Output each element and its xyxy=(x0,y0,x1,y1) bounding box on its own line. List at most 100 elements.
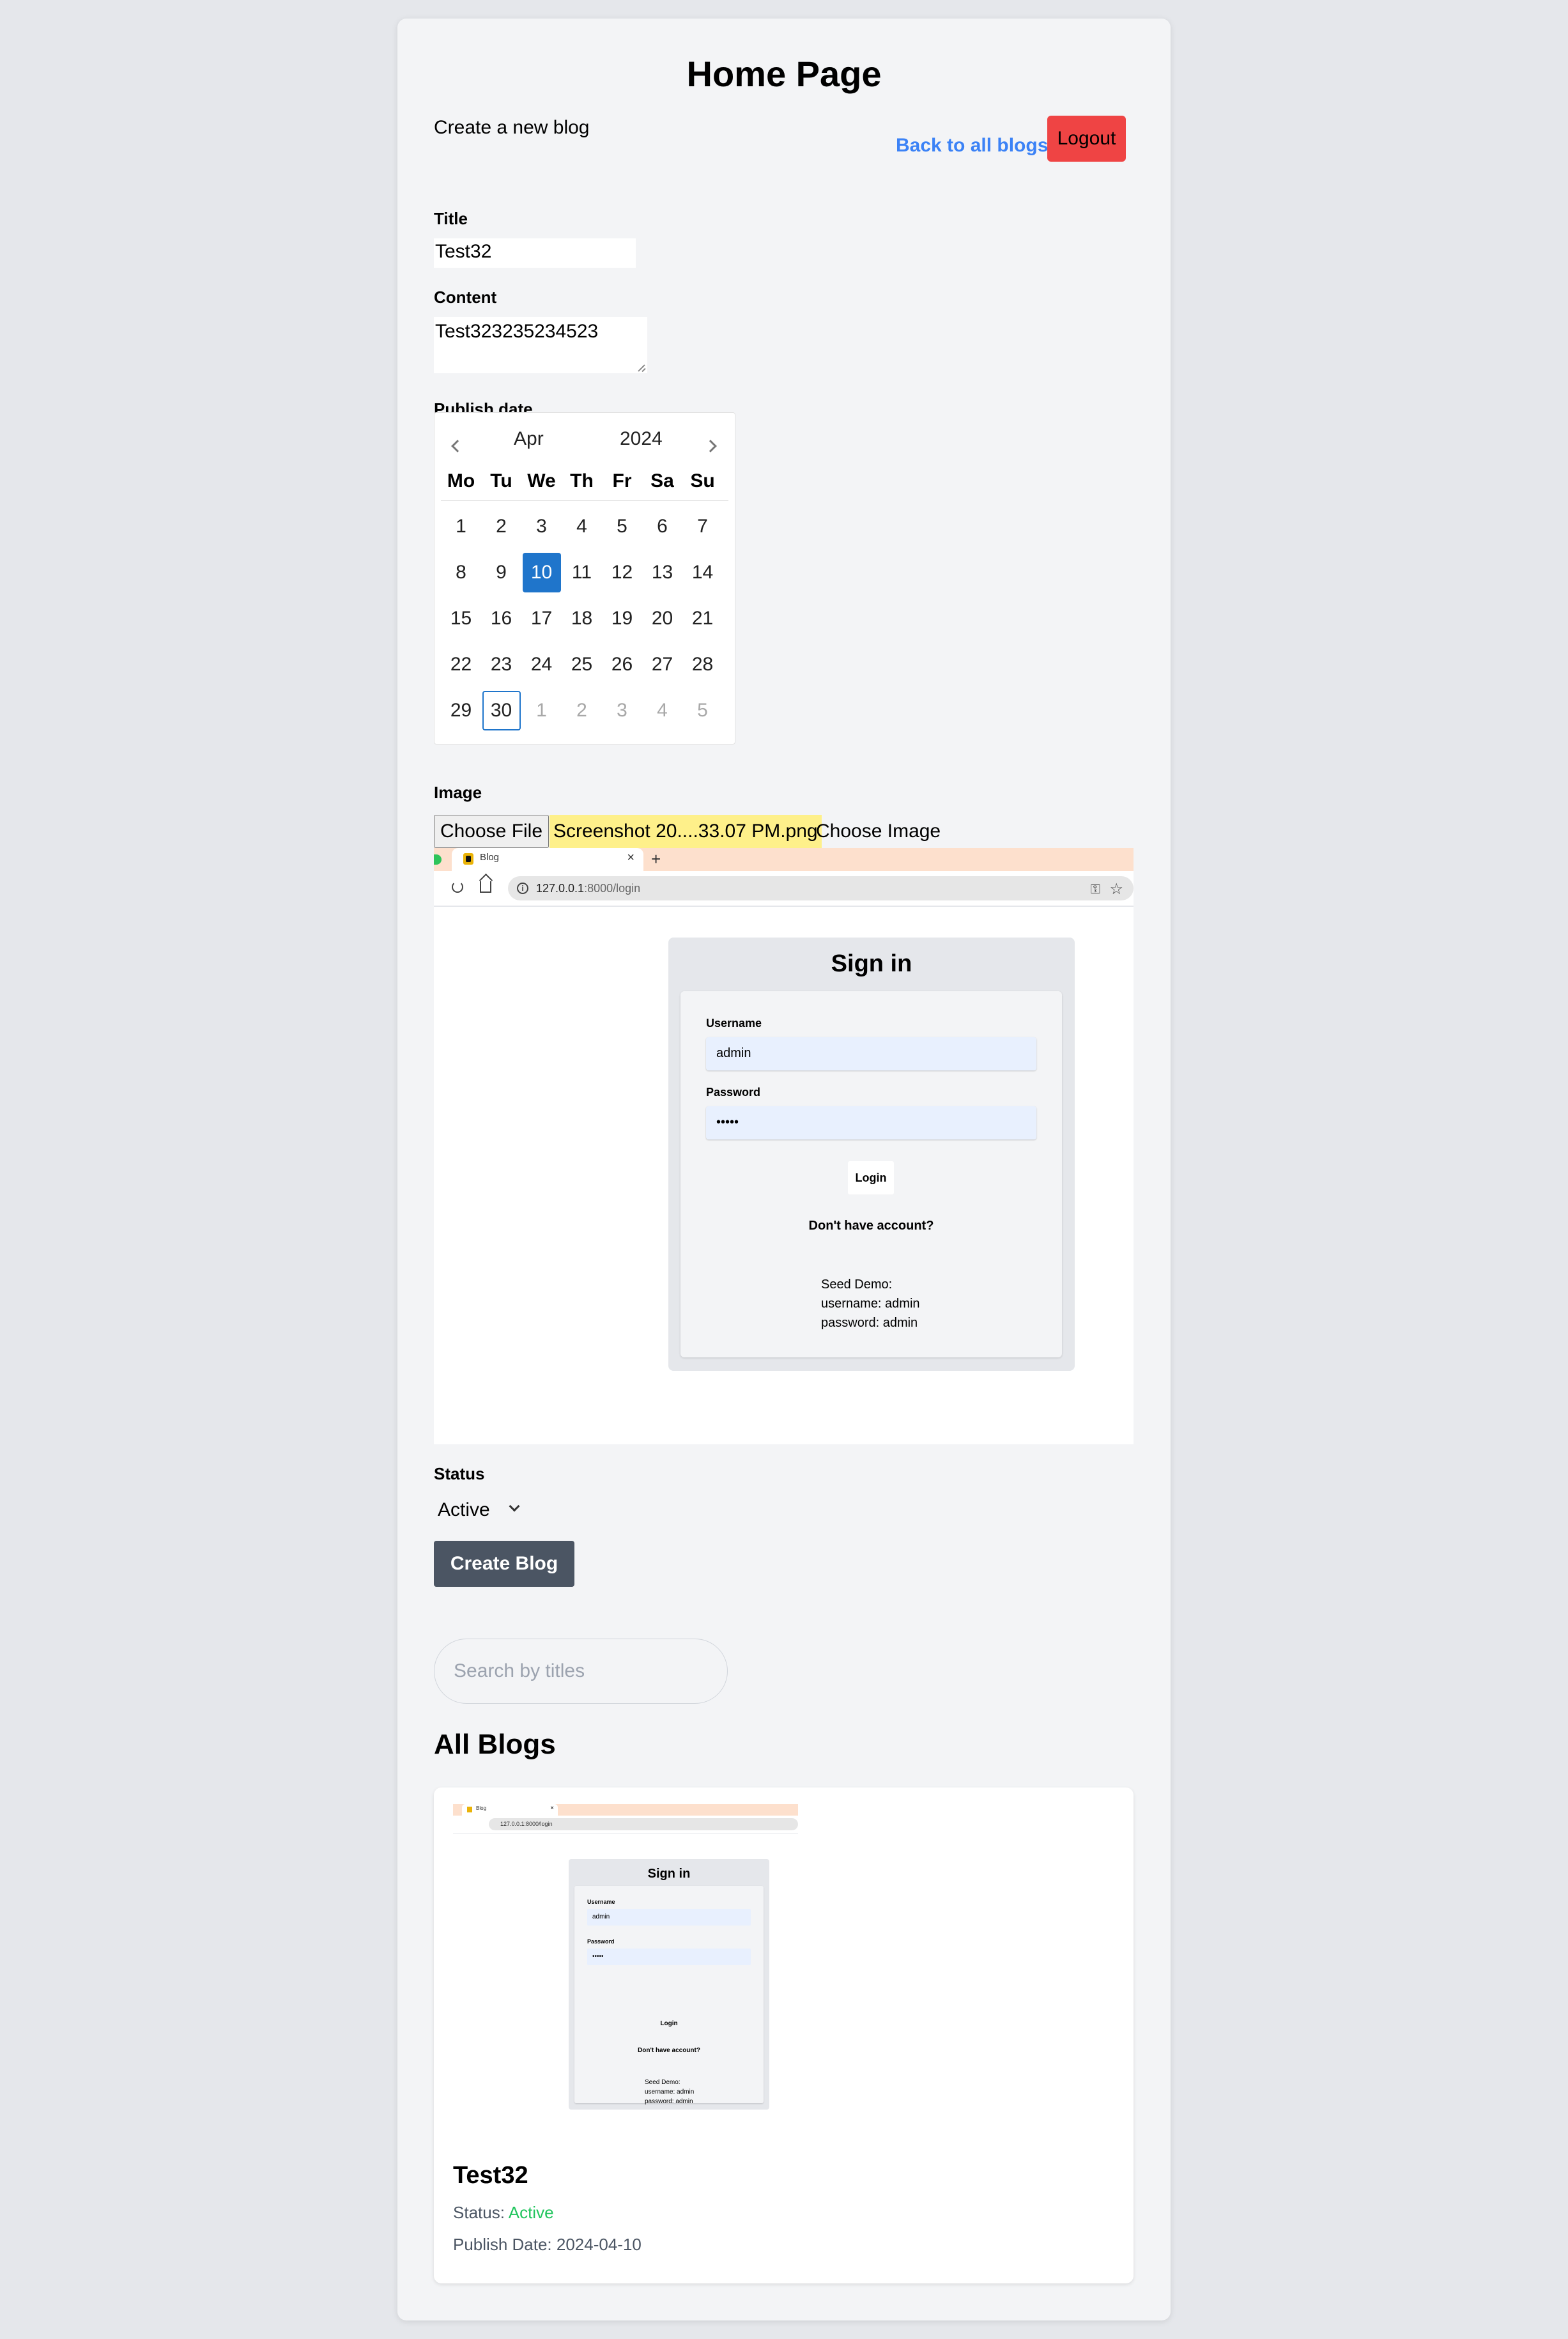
prev-month-button[interactable] xyxy=(445,433,470,459)
calendar-year[interactable]: 2024 xyxy=(620,428,663,450)
calendar-day-number: 19 xyxy=(611,608,633,629)
plus-icon: + xyxy=(651,849,661,868)
next-month-button[interactable] xyxy=(698,433,723,459)
calendar-day[interactable]: 14 xyxy=(682,550,723,596)
reload-icon xyxy=(452,881,463,893)
calendar-day[interactable]: 26 xyxy=(602,642,642,688)
calendar-day[interactable]: 23 xyxy=(481,642,521,688)
calendar-day[interactable]: 16 xyxy=(481,596,521,642)
calendar-day[interactable]: 1 xyxy=(521,688,562,734)
calendar-day[interactable]: 8 xyxy=(441,550,481,596)
content-textarea[interactable]: Test323235234523 xyxy=(434,317,647,373)
status-select[interactable]: Active xyxy=(434,1496,523,1524)
calendar-day[interactable]: 28 xyxy=(682,642,723,688)
thumb-no-account: Don't have account? xyxy=(638,2047,700,2054)
calendar-day[interactable]: 6 xyxy=(642,504,682,550)
calendar-day-number: 2 xyxy=(496,516,507,537)
blog-title[interactable]: Test32 xyxy=(453,2162,528,2189)
calendar-day-number: 1 xyxy=(536,700,547,721)
calendar-month[interactable]: Apr xyxy=(514,428,544,450)
calendar-day-number: 27 xyxy=(651,654,673,675)
calendar-day[interactable]: 22 xyxy=(441,642,481,688)
calendar-day[interactable]: 9 xyxy=(481,550,521,596)
calendar-day[interactable]: 4 xyxy=(562,504,602,550)
calendar-day-number: 3 xyxy=(536,516,547,537)
home-icon xyxy=(480,881,491,893)
resize-handle[interactable] xyxy=(637,363,646,372)
calendar-day[interactable]: 20 xyxy=(642,596,682,642)
seed-line: Seed Demo: xyxy=(645,2079,680,2086)
thumb-toolbar: 127.0.0.1:8000/login xyxy=(453,1816,798,1833)
thumb-url: 127.0.0.1:8000/login xyxy=(489,1818,798,1830)
calendar-day[interactable]: 3 xyxy=(521,504,562,550)
calendar-day-number: 12 xyxy=(611,562,633,583)
url-path: :8000/login xyxy=(584,882,641,895)
calendar-day-number: 1 xyxy=(456,516,466,537)
choose-image-text: Choose Image xyxy=(816,821,941,842)
title-input[interactable]: Test32 xyxy=(434,238,636,268)
favicon-icon xyxy=(467,1807,472,1812)
calendar-day[interactable]: 25 xyxy=(562,642,602,688)
calendar-day-number: 13 xyxy=(651,562,673,583)
thumb-password-field: ••••• xyxy=(587,1949,751,1965)
calendar-day[interactable]: 5 xyxy=(602,504,642,550)
seed-line: Seed Demo: xyxy=(821,1278,893,1292)
calendar-day[interactable]: 11 xyxy=(562,550,602,596)
thumb-tab: Blog × xyxy=(462,1804,558,1816)
weekday-label: Mo xyxy=(447,470,475,491)
calendar-day[interactable]: 5 xyxy=(682,688,723,734)
thumb-username-field: admin xyxy=(587,1909,751,1926)
preview-username-field: admin xyxy=(706,1037,1036,1070)
calendar-day[interactable]: 29 xyxy=(441,688,481,734)
back-to-blogs-link[interactable]: Back to all blogs xyxy=(896,135,1048,157)
preview-signin-form: Username admin Password ••••• Login Don'… xyxy=(680,991,1062,1357)
preview-url: 127.0.0.1:8000/login xyxy=(536,882,640,895)
choose-file-button[interactable]: Choose File xyxy=(434,815,549,848)
calendar-day-number: 23 xyxy=(490,654,512,675)
calendar-day[interactable]: 2 xyxy=(562,688,602,734)
seed-line: username: admin xyxy=(821,1297,920,1311)
calendar-day[interactable]: 21 xyxy=(682,596,723,642)
weekday-label: Tu xyxy=(490,470,512,491)
url-host: 127.0.0.1 xyxy=(536,882,585,895)
selected-file-name: Screenshot 20....33.07 PM.png xyxy=(550,815,822,848)
star-icon: ☆ xyxy=(1109,881,1123,898)
all-blogs-heading: All Blogs xyxy=(434,1729,556,1760)
preview-signin-title: Sign in xyxy=(831,950,912,977)
calendar-day[interactable]: 13 xyxy=(642,550,682,596)
calendar-day[interactable]: 12 xyxy=(602,550,642,596)
calendar-day[interactable]: 7 xyxy=(682,504,723,550)
calendar-day[interactable]: 17 xyxy=(521,596,562,642)
calendar-day[interactable]: 30 xyxy=(481,688,521,734)
blog-card[interactable]: Blog × 127.0.0.1:8000/login Sign in User… xyxy=(434,1787,1134,2283)
calendar-day[interactable]: 15 xyxy=(441,596,481,642)
calendar-day[interactable]: 1 xyxy=(441,504,481,550)
calendar-day[interactable]: 27 xyxy=(642,642,682,688)
preview-username-label: Username xyxy=(706,1017,762,1030)
calendar-day[interactable]: 10 xyxy=(521,550,562,596)
calendar-days: 1 2 3 4 5 6 7 8 9 10 11 12 13 14 15 16 17 18 19 20 21 22 23 24 2… xyxy=(441,504,723,734)
calendar-day[interactable]: 4 xyxy=(642,688,682,734)
logout-button[interactable]: Logout xyxy=(1047,116,1126,162)
calendar-day[interactable]: 2 xyxy=(481,504,521,550)
thumb-login-button: Login xyxy=(660,2020,678,2027)
preview-toolbar: i 127.0.0.1:8000/login ⚿ ☆ xyxy=(434,871,1134,907)
search-input[interactable]: Search by titles xyxy=(434,1639,728,1704)
calendar-day-number: 18 xyxy=(571,608,593,629)
create-blog-button[interactable]: Create Blog xyxy=(434,1541,574,1587)
calendar-day[interactable]: 19 xyxy=(602,596,642,642)
calendar-day[interactable]: 3 xyxy=(602,688,642,734)
calendar-day-number: 3 xyxy=(617,700,627,721)
calendar-day-number: 26 xyxy=(611,654,633,675)
preview-tab: Blog × xyxy=(452,848,643,871)
window-dot-icon xyxy=(434,854,442,865)
preview-no-account: Don't have account? xyxy=(808,1219,934,1233)
calendar-day-number: 8 xyxy=(456,562,466,583)
calendar-day[interactable]: 18 xyxy=(562,596,602,642)
calendar-day-number: 2 xyxy=(576,700,587,721)
blog-status-label: Status: xyxy=(453,2203,505,2222)
chevron-left-icon xyxy=(451,440,464,452)
status-badge: Active xyxy=(508,2203,554,2222)
calendar-day[interactable]: 24 xyxy=(521,642,562,688)
calendar-day-number: 4 xyxy=(657,700,668,721)
